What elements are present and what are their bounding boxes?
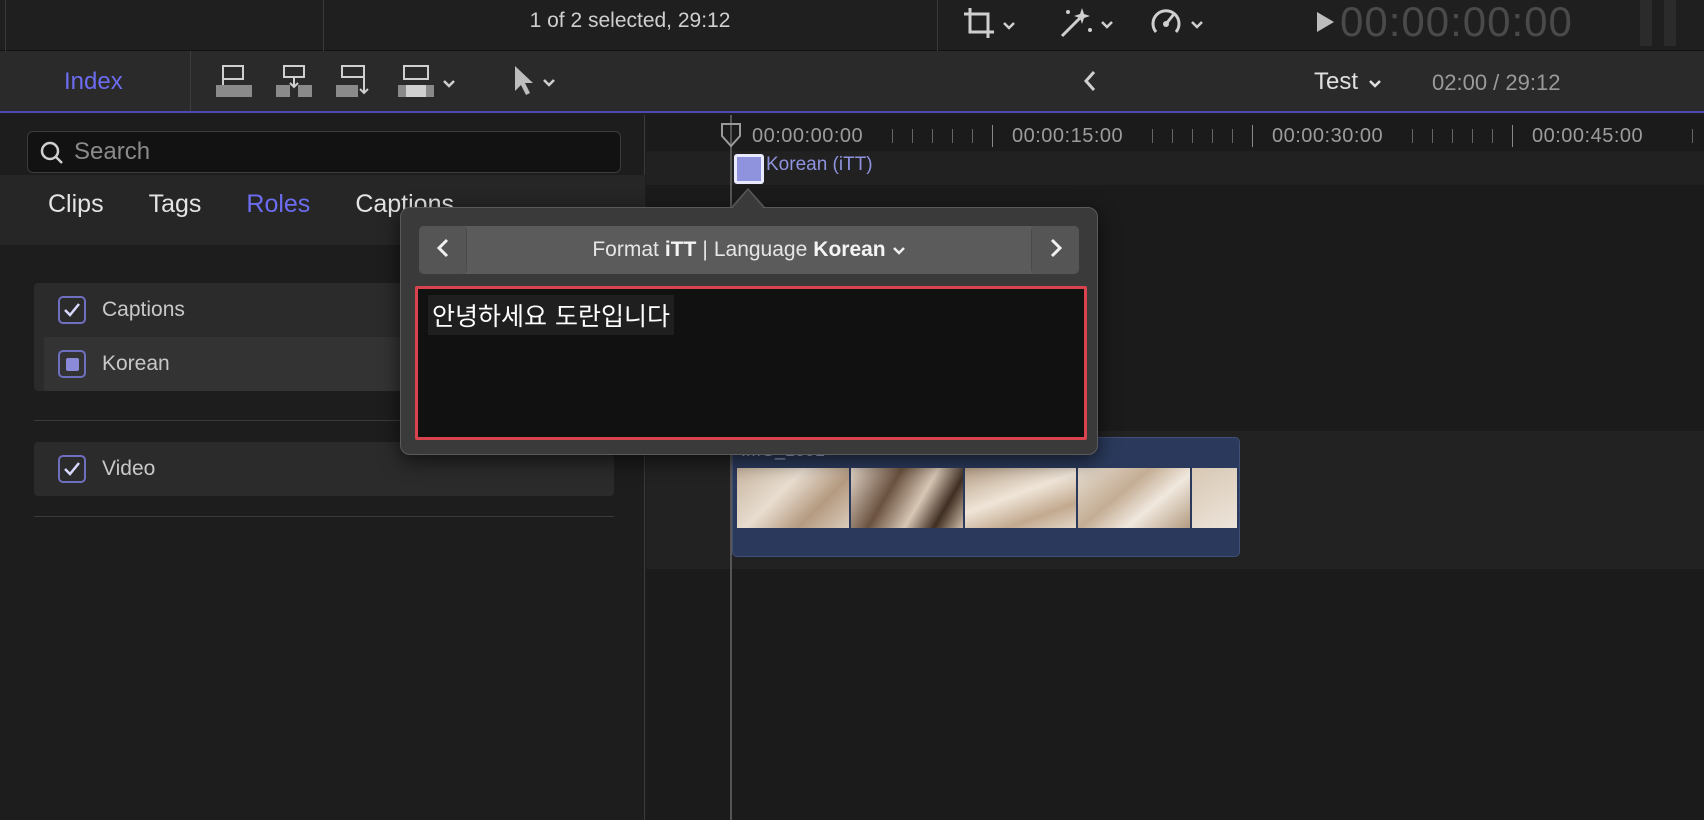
format-value: iTT <box>664 238 697 261</box>
ruler-tick <box>892 129 893 143</box>
ruler-label: 00:00:45:00 <box>1532 125 1644 147</box>
caption-clip[interactable] <box>734 154 764 184</box>
filmstrip-frame <box>1078 468 1191 528</box>
previous-caption-button[interactable] <box>419 226 467 274</box>
popover-arrow-fill <box>732 190 764 209</box>
overwrite-clip-icon <box>396 63 436 104</box>
ruler-tick <box>952 129 953 143</box>
select-tool-button[interactable] <box>512 63 556 102</box>
retime-tool-button[interactable] <box>1148 4 1204 45</box>
ruler-tick <box>1192 129 1193 143</box>
caption-text[interactable]: 안녕하세요 도란입니다 <box>428 295 674 335</box>
chevron-down-icon <box>1100 20 1114 30</box>
filmstrip-frame <box>850 468 963 528</box>
tab-roles[interactable]: Roles <box>246 190 310 230</box>
ruler-tick <box>1252 125 1253 147</box>
timeline-ruler[interactable]: 00:00:00:00 00:00:15:00 00:00:30:00 00:0… <box>646 115 1704 151</box>
ruler-tick <box>1452 129 1453 143</box>
separator: | <box>702 238 708 261</box>
back-chevron-icon[interactable] <box>1082 69 1098 98</box>
ruler-tick <box>1212 129 1213 143</box>
crop-icon <box>962 6 996 45</box>
ruler-tick <box>1512 125 1513 147</box>
ruler-tick <box>992 125 993 147</box>
clip-filmstrip <box>737 468 1237 528</box>
index-tabs: Clips Tags Roles Captions <box>48 190 454 230</box>
language-prefix: Language <box>713 238 808 261</box>
project-name: Test <box>1314 68 1359 95</box>
magic-wand-icon <box>1058 4 1094 45</box>
chevron-down-icon <box>892 238 906 262</box>
toolbar-divider <box>937 0 938 51</box>
ruler-tick <box>1412 129 1413 143</box>
captions-checkbox[interactable] <box>58 296 86 324</box>
toolbar-divider <box>190 51 191 111</box>
playhead-handle-icon[interactable] <box>720 122 742 153</box>
role-label: Captions <box>102 298 185 321</box>
ruler-tick <box>1432 129 1433 143</box>
insert-clip-icon[interactable] <box>274 63 314 104</box>
tab-tags[interactable]: Tags <box>149 190 202 230</box>
ruler-tick <box>1232 129 1233 143</box>
search-box[interactable] <box>27 131 621 173</box>
video-clip[interactable]: IMG_1891 <box>732 437 1240 557</box>
caption-editor-popover: Format iTT | Language Korean 안녕하세요 도란입니다 <box>400 207 1098 455</box>
ruler-tick <box>912 129 913 143</box>
selection-status: 1 of 2 selected, 29:12 <box>529 9 731 32</box>
timecode-display: 00:00:00:00 <box>1340 0 1573 45</box>
overwrite-clip-button[interactable] <box>396 63 456 104</box>
format-prefix: Format <box>592 238 659 261</box>
search-icon <box>40 141 64 170</box>
chevron-down-icon <box>1368 51 1382 113</box>
project-duration: 02:00 / 29:12 <box>1432 70 1561 95</box>
audio-meters <box>1640 0 1704 46</box>
tab-clips[interactable]: Clips <box>48 190 104 230</box>
arrow-cursor-icon <box>512 63 536 102</box>
caption-lane-label: Korean (iTT) <box>766 154 873 175</box>
toolbar-divider <box>5 0 6 51</box>
divider <box>34 516 614 517</box>
role-label: Korean <box>102 352 170 375</box>
chevron-left-icon <box>436 237 450 264</box>
chevron-right-icon <box>1049 237 1063 264</box>
role-label: Video <box>102 457 156 480</box>
connect-clip-icon[interactable] <box>214 63 254 104</box>
ruler-label: 00:00:15:00 <box>1012 125 1124 147</box>
timeline-toolbar: Index Test 02:00 / 29:12 <box>0 51 1704 113</box>
ruler-tick <box>932 129 933 143</box>
search-input[interactable] <box>74 132 604 172</box>
chevron-down-icon <box>1190 20 1204 30</box>
ruler-tick <box>972 129 973 143</box>
filmstrip-frame <box>964 468 1077 528</box>
toolbar-divider <box>323 0 324 51</box>
filmstrip-frame <box>1192 468 1237 528</box>
ruler-tick <box>1492 129 1493 143</box>
caption-text-editor[interactable]: 안녕하세요 도란입니다 <box>415 286 1087 440</box>
play-icon[interactable] <box>1314 10 1336 39</box>
chevron-down-icon <box>542 78 556 88</box>
effects-tool-button[interactable] <box>1058 4 1114 45</box>
top-toolbar: 1 of 2 selected, 29:12 00:00:00:00 <box>0 0 1704 51</box>
ruler-tick <box>1472 129 1473 143</box>
korean-checkbox[interactable] <box>58 350 86 378</box>
crop-tool-button[interactable] <box>962 6 1016 45</box>
ruler-tick <box>1692 129 1693 143</box>
ruler-label: 00:00:30:00 <box>1272 125 1384 147</box>
ruler-tick <box>1152 129 1153 143</box>
ruler-tick <box>1172 129 1173 143</box>
ruler-label: 00:00:00:00 <box>752 125 864 147</box>
format-language-selector[interactable]: Format iTT | Language Korean <box>467 226 1031 274</box>
language-value: Korean <box>813 238 886 261</box>
caption-format-bar: Format iTT | Language Korean <box>419 226 1079 274</box>
speedometer-icon <box>1148 4 1184 45</box>
video-checkbox[interactable] <box>58 455 86 483</box>
chevron-down-icon <box>442 79 456 89</box>
filmstrip-frame <box>737 468 849 528</box>
chevron-down-icon <box>1002 21 1016 31</box>
next-caption-button[interactable] <box>1031 226 1079 274</box>
index-button[interactable]: Index <box>64 51 123 113</box>
project-name-menu[interactable]: Test <box>1314 51 1382 113</box>
append-clip-icon[interactable] <box>334 63 374 104</box>
